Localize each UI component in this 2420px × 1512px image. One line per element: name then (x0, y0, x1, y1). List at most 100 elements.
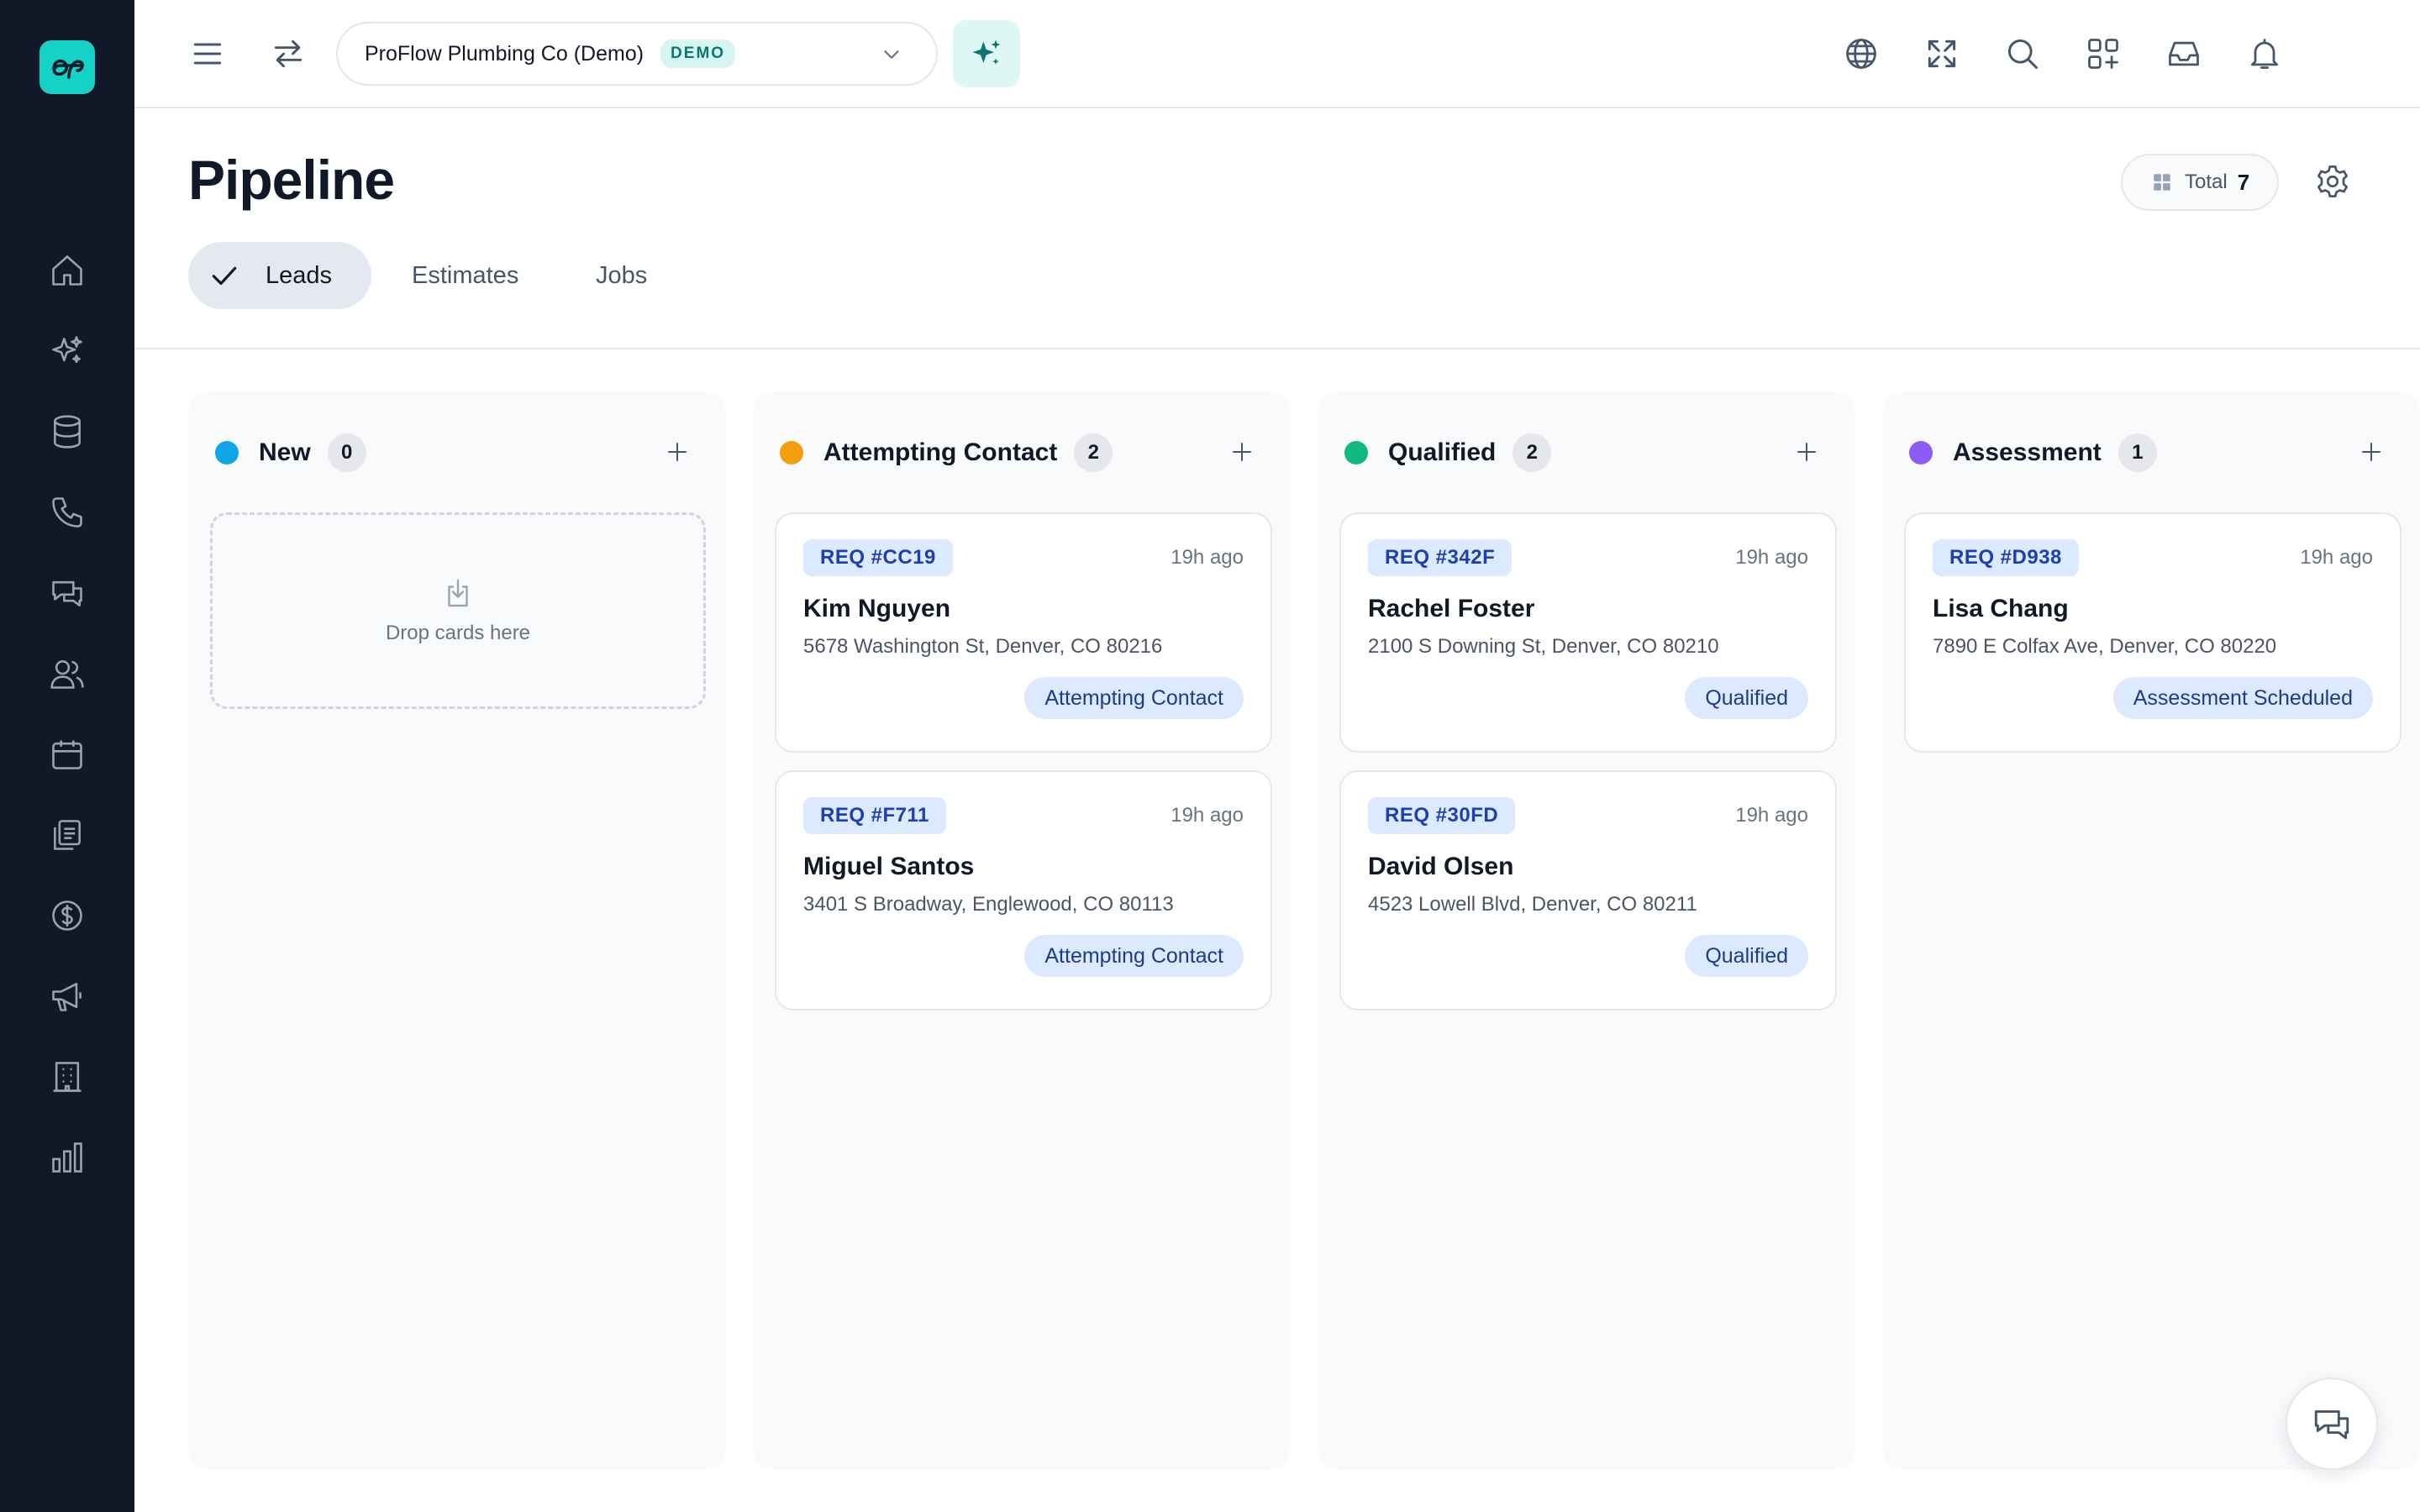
customer-name: Rachel Foster (1368, 595, 1535, 622)
drop-icon (448, 579, 468, 607)
request-id-badge: REQ #342F (1368, 539, 1512, 576)
phone-icon[interactable] (42, 487, 92, 538)
column-count-badge: 2 (1512, 433, 1552, 472)
column-color-dot (780, 441, 803, 465)
expand-icon[interactable] (1917, 29, 1967, 79)
lead-card[interactable]: REQ #CC19 19h ago Kim Nguyen 5678 Washin… (775, 512, 1272, 753)
column-attempting-contact: Attempting Contact 2 REQ #CC19 19h ago K… (753, 391, 1291, 1470)
chat-support-button[interactable] (2286, 1378, 2378, 1470)
status-badge: Qualified (1685, 677, 1808, 719)
customer-address: 3401 S Broadway, Englewood, CO 80113 (803, 893, 1174, 916)
plus-icon (2362, 443, 2381, 461)
column-header: New 0 (215, 432, 366, 474)
column-title: Attempting Contact (823, 438, 1058, 466)
sidebar (0, 0, 134, 1512)
tab-jobs[interactable]: Jobs (596, 242, 647, 309)
request-id-badge: REQ #CC19 (803, 539, 953, 576)
column-header: Qualified 2 (1344, 432, 1552, 474)
column-color-dot (1909, 441, 1933, 465)
column-count-badge: 0 (327, 433, 366, 472)
add-card-button[interactable] (659, 433, 696, 470)
plus-icon (668, 443, 687, 461)
drop-zone-text: Drop cards here (385, 622, 531, 644)
chat-icon[interactable] (42, 568, 92, 618)
customer-name: David Olsen (1368, 853, 1514, 880)
switch-icon[interactable] (263, 29, 313, 79)
home-icon[interactable] (42, 245, 92, 296)
plus-icon (1233, 443, 1251, 461)
search-icon[interactable] (1997, 29, 2048, 79)
plus-icon (1797, 443, 1816, 461)
page-title: Pipeline (188, 149, 395, 211)
apps-icon[interactable] (2078, 29, 2128, 79)
customer-name: Lisa Chang (1933, 595, 2069, 622)
bell-icon[interactable] (2239, 29, 2290, 79)
lead-card[interactable]: REQ #D938 19h ago Lisa Chang 7890 E Colf… (1904, 512, 2402, 753)
card-timestamp: 19h ago (1735, 804, 1808, 827)
drop-zone[interactable]: Drop cards here (210, 512, 706, 709)
tab-estimates[interactable]: Estimates (412, 242, 518, 309)
grid-icon (2154, 174, 2170, 191)
total-count-pill: Total 7 (2121, 154, 2279, 211)
lead-card[interactable]: REQ #30FD 19h ago David Olsen 4523 Lowel… (1339, 770, 1837, 1011)
add-card-button[interactable] (1223, 433, 1260, 470)
add-card-button[interactable] (2353, 433, 2390, 470)
customer-name: Kim Nguyen (803, 595, 951, 622)
request-id-badge: REQ #30FD (1368, 797, 1516, 834)
add-card-button[interactable] (1788, 433, 1825, 470)
status-badge: Attempting Contact (1024, 935, 1244, 977)
organization-name: ProFlow Plumbing Co (Demo) (365, 41, 644, 66)
card-timestamp: 19h ago (2300, 546, 2373, 569)
column-header: Assessment 1 (1909, 432, 2157, 474)
check-icon (212, 266, 237, 286)
status-badge: Assessment Scheduled (2112, 677, 2373, 719)
lead-card[interactable]: REQ #342F 19h ago Rachel Foster 2100 S D… (1339, 512, 1837, 753)
inbox-icon[interactable] (2159, 29, 2209, 79)
tab-leads[interactable]: Leads (188, 242, 371, 309)
column-color-dot (1344, 441, 1368, 465)
users-icon[interactable] (42, 648, 92, 699)
customer-address: 2100 S Downing St, Denver, CO 80210 (1368, 635, 1719, 658)
bar-chart-icon[interactable] (42, 1132, 92, 1183)
menu-icon[interactable] (182, 29, 233, 79)
database-icon[interactable] (42, 407, 92, 457)
dollar-icon[interactable] (42, 890, 92, 941)
column-header: Attempting Contact 2 (780, 432, 1113, 474)
column-count-badge: 1 (2118, 433, 2157, 472)
card-timestamp: 19h ago (1171, 804, 1244, 827)
app-logo[interactable] (39, 40, 95, 94)
column-new: New 0 Drop cards here (188, 391, 726, 1470)
tab-label: Estimates (412, 261, 519, 289)
megaphone-icon[interactable] (42, 971, 92, 1021)
column-color-dot (215, 441, 239, 465)
gear-icon[interactable] (2307, 156, 2358, 207)
globe-icon[interactable] (1836, 29, 1886, 79)
total-label: Total (2185, 171, 2228, 193)
top-bar: ProFlow Plumbing Co (Demo) DEMO JD (134, 0, 2420, 108)
total-value: 7 (2237, 169, 2250, 195)
ai-assistant-button[interactable] (953, 20, 1020, 87)
column-title: Qualified (1388, 438, 1497, 466)
customer-address: 7890 E Colfax Ave, Denver, CO 80220 (1933, 635, 2277, 658)
card-timestamp: 19h ago (1171, 546, 1244, 569)
customer-name: Miguel Santos (803, 853, 975, 880)
column-title: New (259, 438, 311, 466)
chevron-down-icon (879, 42, 904, 67)
demo-badge: DEMO (660, 39, 736, 68)
logo-mark-icon (52, 59, 84, 79)
column-qualified: Qualified 2 REQ #342F 19h ago Rachel Fos… (1318, 391, 1855, 1470)
request-id-badge: REQ #D938 (1933, 539, 2079, 576)
sparkles-icon[interactable] (42, 326, 92, 376)
calendar-icon[interactable] (42, 729, 92, 780)
tab-label: Jobs (596, 261, 648, 289)
card-timestamp: 19h ago (1735, 546, 1808, 569)
building-icon[interactable] (42, 1052, 92, 1102)
status-badge: Attempting Contact (1024, 677, 1244, 719)
request-id-badge: REQ #F711 (803, 797, 946, 834)
lead-card[interactable]: REQ #F711 19h ago Miguel Santos 3401 S B… (775, 770, 1272, 1011)
customer-address: 4523 Lowell Blvd, Denver, CO 80211 (1368, 893, 1697, 916)
organization-selector[interactable]: ProFlow Plumbing Co (Demo) DEMO (336, 22, 938, 86)
chat-icon (2314, 1410, 2349, 1440)
clipboard-icon[interactable] (42, 810, 92, 860)
status-badge: Qualified (1685, 935, 1808, 977)
